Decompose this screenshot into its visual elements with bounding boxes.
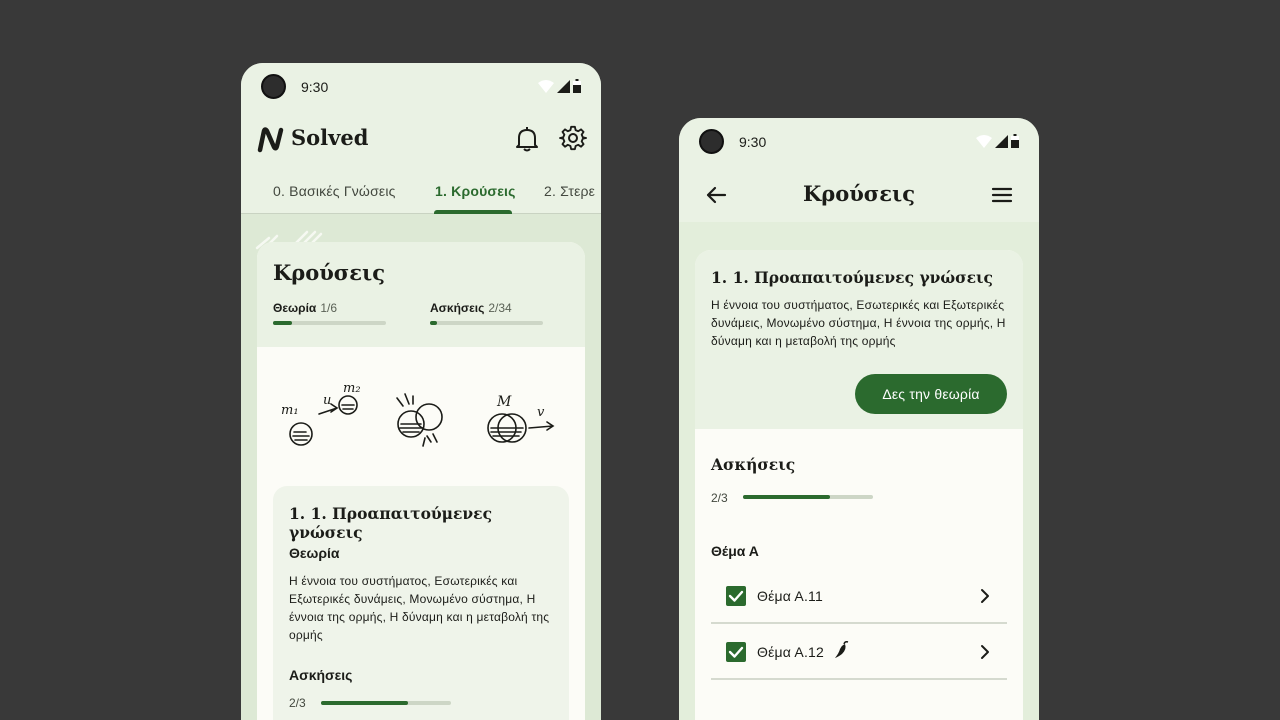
collision-illustration: m₁ u m₂ M v bbox=[281, 381, 555, 447]
lesson-title: 1. 1. Προαπαιτούμενες γνώσεις bbox=[711, 268, 993, 287]
wifi-icon bbox=[538, 80, 554, 93]
sketch-label-M: M bbox=[496, 394, 512, 410]
exercises-progress-label: Ασκήσεις 2/34 bbox=[430, 301, 512, 315]
chapter-title: Κρούσεις bbox=[273, 260, 385, 285]
chapter-card-header: Κρούσεις Θεωρία 1/6 Ασκήσεις 2/34 bbox=[257, 242, 585, 347]
exercises-progress-count: 2/34 bbox=[488, 301, 512, 315]
topic-title: Θέμα Α bbox=[711, 543, 759, 559]
list-item-label: Θέμα Α.12 bbox=[757, 644, 825, 660]
chapter-header: 9:30 Κρούσεις bbox=[679, 118, 1039, 222]
tab-rigid-body[interactable]: 2. Στερε bbox=[544, 183, 595, 199]
camera-cutout bbox=[699, 129, 724, 154]
wifi-icon bbox=[976, 135, 992, 148]
chevron-right-icon bbox=[981, 589, 989, 603]
list-item-label: Θέμα Α.11 bbox=[757, 588, 823, 604]
lesson-exercises-heading: Ασκήσεις bbox=[289, 667, 353, 683]
lesson-card[interactable]: 1. 1. Προαπαιτούμενες γνώσεις Θεωρία Η έ… bbox=[273, 486, 569, 720]
sketch-label-m1: m₁ bbox=[281, 403, 299, 418]
lesson-detail-card: 1. 1. Προαπαιτούμενες γνώσεις Η έννοια τ… bbox=[695, 250, 1023, 720]
status-time: 9:30 bbox=[739, 134, 767, 150]
sketch-label-m2: m₂ bbox=[343, 381, 361, 396]
battery-icon bbox=[1011, 134, 1019, 148]
app-title: Solved bbox=[291, 125, 369, 150]
chili-pepper-icon bbox=[835, 641, 849, 658]
exercises-progress-bar bbox=[430, 321, 543, 325]
lesson-detail-header: 1. 1. Προαπαιτούμενες γνώσεις Η έννοια τ… bbox=[695, 250, 1023, 429]
lesson-description: Η έννοια του συστήματος, Εσωτερικές και … bbox=[711, 298, 1006, 348]
tab-basic-knowledge[interactable]: 0. Βασικές Γνώσεις bbox=[273, 183, 396, 199]
list-item[interactable]: Θέμα Α.11 bbox=[711, 568, 1007, 624]
gear-icon[interactable] bbox=[559, 125, 587, 153]
phone-home-screen: 9:30 Solved 0. Βασικές Γνώσεις 1. Κρούσε bbox=[241, 63, 601, 720]
tab-collisions[interactable]: 1. Κρούσεις bbox=[435, 183, 516, 199]
lesson-theory-text: Η έννοια του συστήματος, Εσωτερικές και … bbox=[289, 574, 550, 642]
status-bar: 9:30 bbox=[679, 118, 1039, 164]
lesson-exercises-count: 2/3 bbox=[289, 696, 306, 710]
check-icon[interactable] bbox=[726, 642, 746, 662]
chapter-card[interactable]: Κρούσεις Θεωρία 1/6 Ασκήσεις 2/34 m₁ u m… bbox=[257, 242, 585, 720]
camera-cutout bbox=[261, 74, 286, 99]
exercises-count: 2/3 bbox=[711, 491, 728, 505]
list-item[interactable]: Θέμα Α.12 bbox=[711, 624, 1007, 680]
signal-icon bbox=[557, 80, 570, 93]
chapter-tabs: 0. Βασικές Γνώσεις 1. Κρούσεις 2. Στερε bbox=[241, 173, 601, 214]
phone-chapter-screen: 9:30 Κρούσεις 1. 1. Προαπαιτούμενες γνώσ… bbox=[679, 118, 1039, 720]
theory-progress-count: 1/6 bbox=[320, 301, 337, 315]
app-header: 9:30 Solved 0. Βασικές Γνώσεις 1. Κρούσε bbox=[241, 63, 601, 214]
check-icon[interactable] bbox=[726, 586, 746, 606]
theory-progress-bar bbox=[273, 321, 386, 325]
sketch-label-v: v bbox=[537, 405, 545, 420]
view-theory-button[interactable]: Δες την θεωρία bbox=[855, 374, 1007, 414]
status-bar: 9:30 bbox=[241, 63, 601, 109]
exercises-progress-bar bbox=[743, 495, 873, 499]
chapter-content: Κρούσεις Θεωρία 1/6 Ασκήσεις 2/34 m₁ u m… bbox=[241, 214, 601, 720]
solved-logo-icon bbox=[257, 127, 284, 153]
exercises-title: Ασκήσεις bbox=[711, 455, 796, 474]
battery-icon bbox=[573, 79, 581, 93]
lesson-theory-heading: Θεωρία bbox=[289, 545, 340, 561]
signal-icon bbox=[995, 135, 1008, 148]
status-time: 9:30 bbox=[301, 79, 329, 95]
sketch-label-u: u bbox=[323, 393, 331, 408]
chevron-right-icon bbox=[981, 645, 989, 659]
menu-icon[interactable] bbox=[991, 184, 1013, 206]
lesson-exercises-progress-bar bbox=[321, 701, 451, 705]
theory-progress-label: Θεωρία 1/6 bbox=[273, 301, 337, 315]
bell-icon[interactable] bbox=[513, 125, 541, 153]
page-title: Κρούσεις bbox=[803, 181, 915, 206]
lesson-title: 1. 1. Προαπαιτούμενες γνώσεις bbox=[289, 504, 493, 542]
